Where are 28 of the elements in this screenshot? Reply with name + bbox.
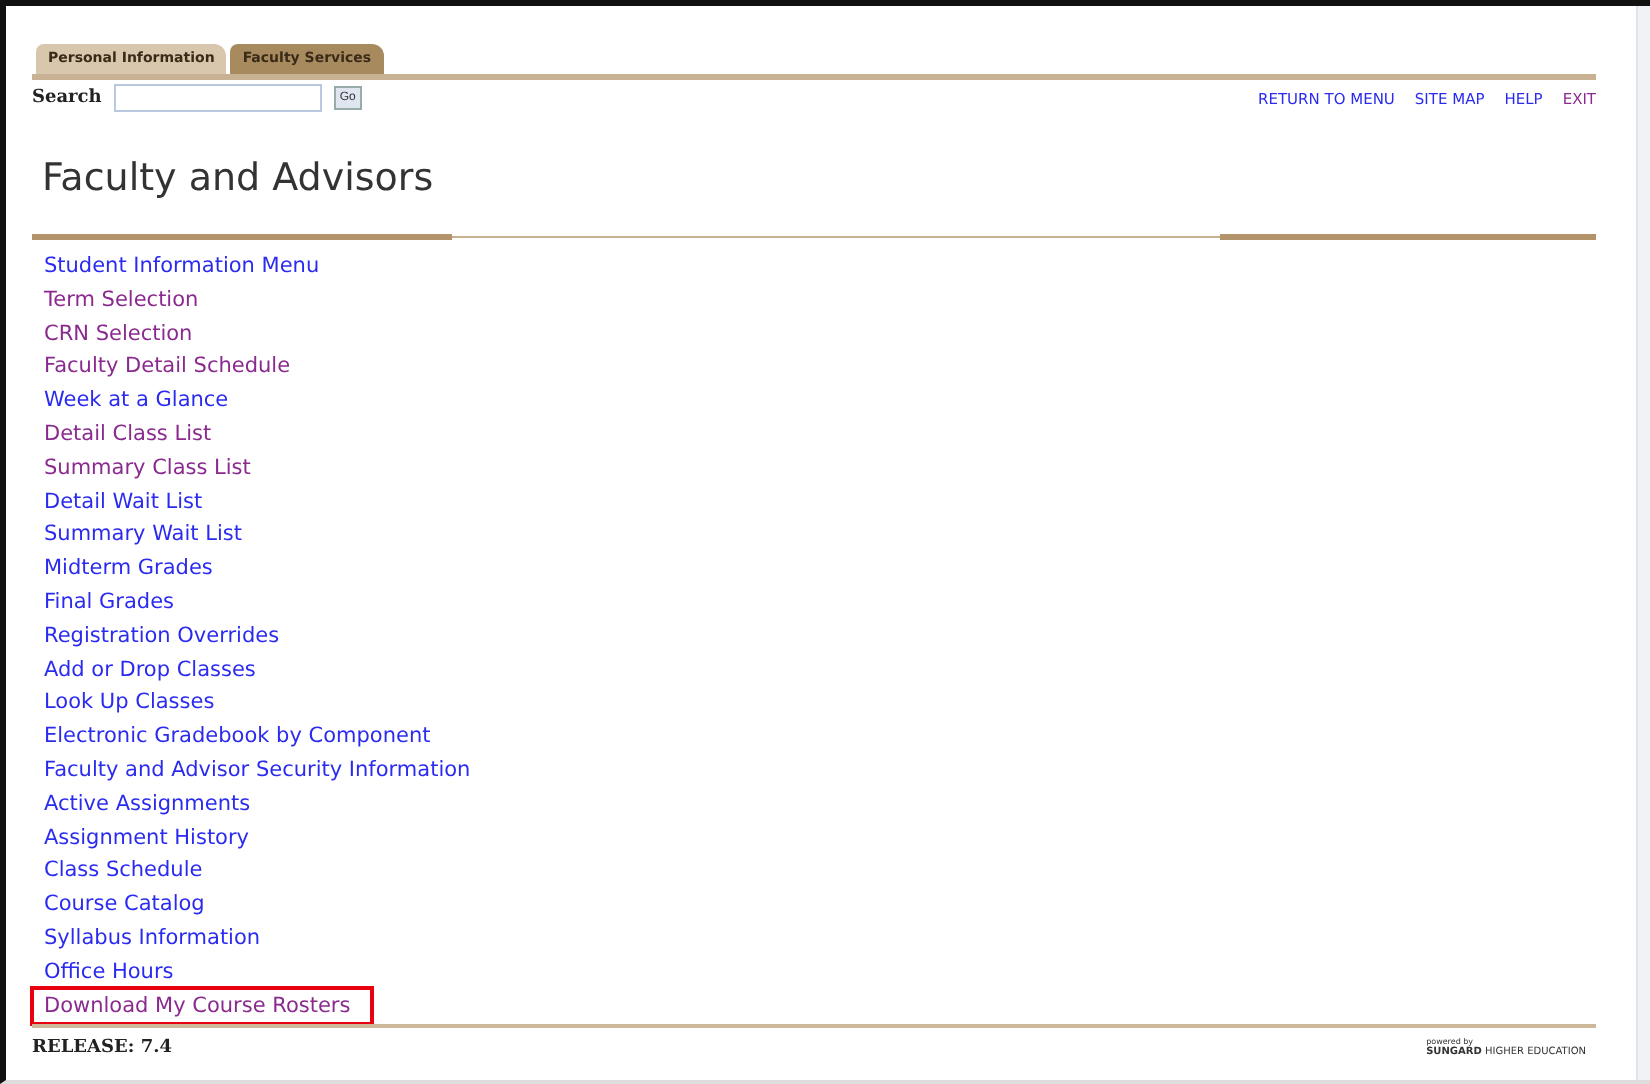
menu-link[interactable]: Add or Drop Classes bbox=[44, 653, 256, 687]
menu-link[interactable]: Assignment History bbox=[44, 821, 250, 855]
menu-link[interactable]: Faculty Detail Schedule bbox=[44, 350, 291, 385]
menu-link[interactable]: CRN Selection bbox=[44, 317, 193, 351]
menu-link[interactable]: Look Up Classes bbox=[44, 686, 215, 721]
menu-link[interactable]: Detail Wait List bbox=[44, 485, 203, 519]
search-field[interactable] bbox=[113, 84, 322, 112]
release-label: RELEASE: 7.4 bbox=[32, 1037, 172, 1058]
menu-link[interactable]: Syllabus Information bbox=[44, 921, 261, 956]
menu-link[interactable]: Student Information Menu bbox=[44, 250, 320, 284]
scrollbar[interactable] bbox=[1636, 6, 1650, 1080]
menu-link[interactable]: Office Hours bbox=[44, 955, 174, 990]
page-title: Faculty and Advisors bbox=[42, 156, 436, 200]
menu-link[interactable]: Electronic Gradebook by Component bbox=[44, 720, 431, 754]
menu-link[interactable]: Faculty and Advisor Security Information bbox=[44, 753, 471, 788]
menu-link[interactable]: Midterm Grades bbox=[44, 552, 213, 586]
menu-link[interactable]: Registration Overrides bbox=[44, 619, 280, 654]
menu-link[interactable]: Week at a Glance bbox=[44, 384, 229, 418]
menu-link[interactable]: Course Catalog bbox=[44, 888, 205, 922]
menu-link[interactable]: Term Selection bbox=[44, 283, 199, 318]
menu-link[interactable]: Summary Class List bbox=[44, 451, 251, 486]
menu-link[interactable]: Download My Course Rosters bbox=[34, 989, 371, 1023]
menu-link[interactable]: Final Grades bbox=[44, 585, 175, 620]
search-label: Search bbox=[32, 88, 102, 108]
menu-link[interactable]: Active Assignments bbox=[44, 787, 251, 822]
menu-link[interactable]: Detail Class List bbox=[44, 417, 212, 452]
menu-link[interactable]: Summary Wait List bbox=[44, 518, 242, 553]
menu-link[interactable]: Class Schedule bbox=[44, 854, 203, 889]
